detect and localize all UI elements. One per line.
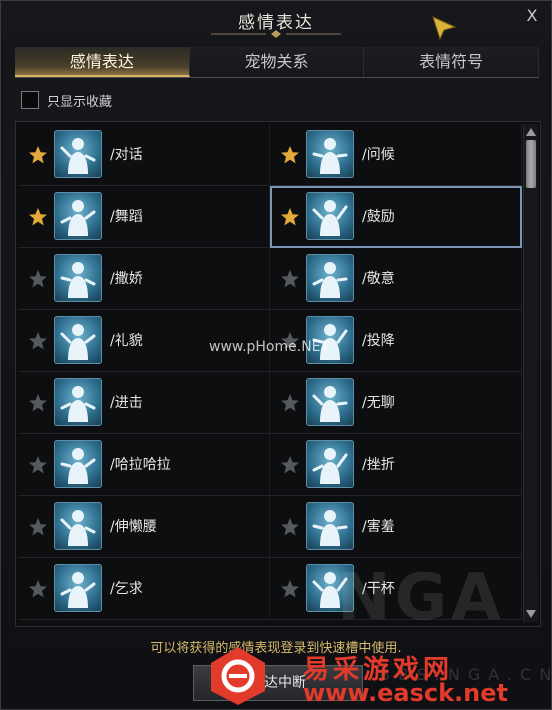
favorites-only-label: 只显示收藏 — [47, 94, 113, 110]
emote-name: /舞蹈 — [110, 209, 143, 225]
emote-figure-icon — [306, 254, 354, 302]
emote-cell[interactable]: /敬意 — [270, 248, 522, 310]
favorite-star-icon[interactable] — [28, 393, 48, 413]
favorite-star-icon[interactable] — [28, 145, 48, 165]
watermark-nga: NGA — [337, 561, 505, 635]
emote-cell[interactable]: /问候 — [270, 124, 522, 186]
emote-name: /害羞 — [362, 519, 395, 535]
favorite-star-icon[interactable] — [28, 579, 48, 599]
emote-name: /投降 — [362, 333, 395, 349]
emote-name: /敬意 — [362, 271, 395, 287]
tab-emoticons[interactable]: 表情符号 — [364, 47, 540, 77]
emote-name: /乞求 — [110, 581, 143, 597]
emote-grid: /对话/问候/舞蹈/鼓励/撒娇/敬意/礼貌/投降/进击/无聊/哈拉哈拉/挫折/伸… — [18, 124, 522, 620]
emote-name: /撒娇 — [110, 271, 143, 287]
favorite-star-icon[interactable] — [280, 207, 300, 227]
favorites-only-checkbox[interactable] — [21, 91, 39, 109]
favorite-star-icon[interactable] — [28, 207, 48, 227]
hint-text: 可以将获得的感情表现登录到快速槽中使用. — [150, 641, 402, 656]
emote-figure-icon — [306, 502, 354, 550]
emote-name: /鼓励 — [362, 209, 395, 225]
emote-name: /伸懒腰 — [110, 519, 157, 535]
emote-name: /问候 — [362, 147, 395, 163]
emote-cell[interactable]: /挫折 — [270, 434, 522, 496]
emote-cell[interactable]: /哈拉哈拉 — [18, 434, 270, 496]
emote-name: /无聊 — [362, 395, 395, 411]
favorite-star-icon[interactable] — [28, 269, 48, 289]
emote-cell[interactable]: /对话 — [18, 124, 270, 186]
favorite-star-icon[interactable] — [28, 455, 48, 475]
emote-cell[interactable]: /无聊 — [270, 372, 522, 434]
emote-name: /礼貌 — [110, 333, 143, 349]
title-bar: 感情表达 X — [1, 1, 551, 41]
emote-figure-icon — [306, 130, 354, 178]
emote-cell[interactable]: /进击 — [18, 372, 270, 434]
emote-cell[interactable]: /乞求 — [18, 558, 270, 620]
emote-name: /挫折 — [362, 457, 395, 473]
mouse-cursor-icon — [432, 16, 457, 41]
watermark-phome: www.pHome.NET — [209, 339, 330, 355]
emote-figure-icon — [54, 254, 102, 302]
watermark-site-url: www.easck.net — [303, 679, 508, 707]
emote-figure-icon — [306, 440, 354, 488]
emote-window: 感情表达 X 感情表达 宠物关系 表情符号 只显示收藏 /对话/问候/舞蹈/鼓励… — [0, 0, 552, 710]
tab-emotes[interactable]: 感情表达 — [15, 47, 190, 77]
scroll-down-icon[interactable] — [525, 608, 537, 620]
emote-figure-icon — [306, 192, 354, 240]
favorite-star-icon[interactable] — [280, 145, 300, 165]
favorite-star-icon[interactable] — [28, 331, 48, 351]
scroll-up-icon[interactable] — [525, 126, 537, 138]
favorite-star-icon[interactable] — [280, 393, 300, 413]
scrollbar[interactable] — [523, 124, 538, 622]
emote-cell[interactable]: /害羞 — [270, 496, 522, 558]
emote-list-panel: /对话/问候/舞蹈/鼓励/撒娇/敬意/礼貌/投降/进击/无聊/哈拉哈拉/挫折/伸… — [15, 121, 541, 627]
scroll-thumb[interactable] — [526, 140, 536, 188]
emote-figure-icon — [54, 440, 102, 488]
emote-figure-icon — [54, 316, 102, 364]
emote-cell[interactable]: /伸懒腰 — [18, 496, 270, 558]
favorite-star-icon[interactable] — [280, 517, 300, 537]
close-button[interactable]: X — [523, 7, 541, 25]
emote-figure-icon — [54, 378, 102, 426]
tab-bar: 感情表达 宠物关系 表情符号 — [15, 47, 540, 78]
emote-figure-icon — [54, 192, 102, 240]
emote-name: /进击 — [110, 395, 143, 411]
title-ornament-icon — [211, 30, 341, 38]
favorite-star-icon[interactable] — [280, 269, 300, 289]
emote-name: /对话 — [110, 147, 143, 163]
emote-cell[interactable]: /舞蹈 — [18, 186, 270, 248]
site-logo-icon — [211, 647, 265, 705]
emote-cell[interactable]: /撒娇 — [18, 248, 270, 310]
favorites-only-toggle[interactable]: 只显示收藏 — [21, 90, 112, 110]
tab-pet-relations[interactable]: 宠物关系 — [189, 47, 365, 77]
emote-figure-icon — [54, 130, 102, 178]
emote-figure-icon — [306, 378, 354, 426]
emote-name: /哈拉哈拉 — [110, 457, 171, 473]
favorite-star-icon[interactable] — [280, 579, 300, 599]
favorite-star-icon[interactable] — [280, 455, 300, 475]
emote-figure-icon — [54, 564, 102, 612]
emote-cell[interactable]: /鼓励 — [270, 186, 522, 248]
emote-figure-icon — [54, 502, 102, 550]
favorite-star-icon[interactable] — [28, 517, 48, 537]
